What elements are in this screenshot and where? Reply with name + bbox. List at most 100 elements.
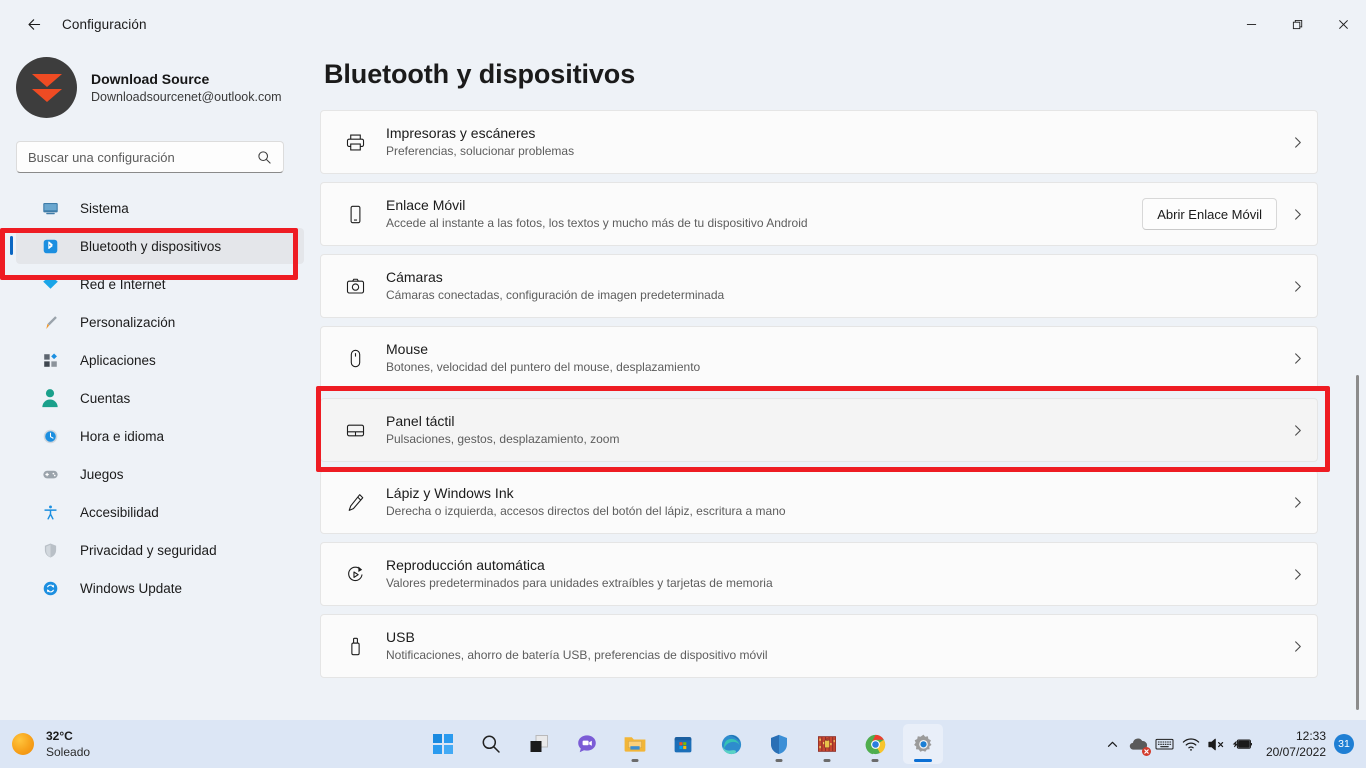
chevron-right-icon — [1277, 280, 1317, 293]
close-button[interactable] — [1320, 0, 1366, 48]
sidebar-item-accesibilidad[interactable]: Accesibilidad — [16, 494, 304, 530]
card-subtitle: Notificaciones, ahorro de batería USB, p… — [386, 648, 768, 662]
sidebar-item-cuentas[interactable]: Cuentas — [16, 380, 304, 416]
weather-widget[interactable]: 32°C Soleado — [12, 729, 90, 760]
profile-block[interactable]: Download Source Downloadsourcenet@outloo… — [16, 57, 320, 118]
chevron-right-icon — [1277, 208, 1317, 221]
sidebar-item-windows-update[interactable]: Windows Update — [16, 570, 304, 606]
settings-card-camaras[interactable]: Cámaras Cámaras conectadas, configuració… — [320, 254, 1318, 318]
card-subtitle: Accede al instante a las fotos, los text… — [386, 216, 808, 230]
running-indicator — [871, 759, 879, 762]
settings-window: Configuración Download Source Downloadso… — [0, 0, 1366, 768]
touchpad-icon — [343, 420, 367, 441]
sidebar-item-label: Sistema — [80, 200, 129, 216]
minimize-icon — [1246, 23, 1256, 25]
sidebar-item-label: Windows Update — [80, 580, 183, 596]
sidebar-item-privacidad-y-seguridad[interactable]: Privacidad y seguridad — [16, 532, 304, 568]
gamepad-icon — [38, 466, 62, 483]
abrir-enlace-movil-button[interactable]: Abrir Enlace Móvil — [1142, 198, 1277, 230]
winrar-button[interactable] — [807, 724, 847, 764]
task-view-button[interactable] — [519, 724, 559, 764]
sidebar-item-label: Juegos — [80, 466, 124, 482]
card-subtitle: Botones, velocidad del puntero del mouse… — [386, 360, 701, 374]
notification-badge[interactable]: 31 — [1334, 734, 1354, 754]
error-badge-icon — [1141, 747, 1151, 756]
settings-card-mouse[interactable]: Mouse Botones, velocidad del puntero del… — [320, 326, 1318, 390]
search-icon — [482, 735, 500, 753]
bluetooth-icon — [38, 238, 62, 255]
file-explorer-button[interactable] — [615, 724, 655, 764]
sidebar-item-label: Red e Internet — [80, 276, 166, 292]
taskbar-apps — [423, 724, 943, 764]
chevron-down-glyph-bottom — [31, 88, 62, 102]
settings-card-reproduccion-automatica[interactable]: Reproducción automática Valores predeter… — [320, 542, 1318, 606]
card-text: Enlace Móvil Accede al instante a las fo… — [386, 196, 1142, 232]
sun-icon — [12, 733, 34, 755]
start-button[interactable] — [423, 724, 463, 764]
content-scrollbar[interactable] — [1356, 375, 1359, 710]
restore-icon — [1292, 19, 1302, 29]
sidebar-item-label: Hora e idioma — [80, 428, 165, 444]
weather-temperature: 32°C — [46, 728, 73, 743]
chrome-button[interactable] — [855, 724, 895, 764]
settings-card-usb[interactable]: USB Notificaciones, ahorro de batería US… — [320, 614, 1318, 678]
search-box[interactable] — [16, 141, 284, 173]
avatar — [16, 57, 77, 118]
chat-button[interactable] — [567, 724, 607, 764]
microsoft-store-button[interactable] — [663, 724, 703, 764]
onedrive-error-icon[interactable] — [1126, 724, 1152, 764]
back-button[interactable] — [16, 8, 52, 40]
weather-condition: Soleado — [46, 744, 91, 759]
sidebar-item-hora-e-idioma[interactable]: Hora e idioma — [16, 418, 304, 454]
clock-icon — [38, 428, 62, 445]
sidebar-item-bluetooth-y-dispositivos[interactable]: Bluetooth y dispositivos — [10, 228, 304, 264]
shield-icon — [38, 542, 62, 559]
windows-security-button[interactable] — [759, 724, 799, 764]
card-subtitle: Valores predeterminados para unidades ex… — [386, 576, 773, 590]
file-explorer-icon — [624, 737, 646, 752]
battery-charging-icon[interactable] — [1230, 724, 1256, 764]
chevron-up-icon[interactable] — [1100, 724, 1126, 764]
clock[interactable]: 12:33 20/07/2022 — [1266, 728, 1326, 760]
minimize-button[interactable] — [1228, 0, 1274, 48]
title-bar: Configuración — [0, 0, 1366, 48]
card-text: Mouse Botones, velocidad del puntero del… — [386, 340, 1277, 376]
sidebar-item-aplicaciones[interactable]: Aplicaciones — [16, 342, 304, 378]
keyboard-icon[interactable] — [1152, 724, 1178, 764]
settings-button[interactable] — [903, 724, 943, 764]
sidebar-nav: Sistema Bluetooth y dispositivos Red e I… — [0, 190, 320, 606]
card-text: Impresoras y escáneres Preferencias, sol… — [386, 124, 1277, 160]
search-taskbar-button[interactable] — [471, 724, 511, 764]
settings-card-impresoras-y-escaneres[interactable]: Impresoras y escáneres Preferencias, sol… — [320, 110, 1318, 174]
settings-card-panel-tactil[interactable]: Panel táctil Pulsaciones, gestos, despla… — [320, 398, 1318, 462]
settings-card-enlace-movil[interactable]: Enlace Móvil Accede al instante a las fo… — [320, 182, 1318, 246]
running-indicator — [631, 759, 639, 762]
active-indicator — [914, 759, 932, 762]
search-input[interactable] — [28, 149, 243, 165]
sidebar-item-juegos[interactable]: Juegos — [16, 456, 304, 492]
winrar-icon — [818, 736, 836, 752]
sidebar-item-sistema[interactable]: Sistema — [16, 190, 304, 226]
card-title: USB — [386, 629, 415, 645]
wifi-icon[interactable] — [1178, 724, 1204, 764]
sidebar-item-personalizacion[interactable]: Personalización — [16, 304, 304, 340]
sidebar-item-red-e-internet[interactable]: Red e Internet — [16, 266, 304, 302]
mouse-icon — [343, 348, 367, 369]
sidebar-item-label: Bluetooth y dispositivos — [80, 238, 222, 254]
sidebar-item-label: Accesibilidad — [80, 504, 159, 520]
task-view-icon — [530, 735, 548, 752]
sidebar: Download Source Downloadsourcenet@outloo… — [0, 48, 320, 720]
edge-button[interactable] — [711, 724, 751, 764]
card-title: Lápiz y Windows Ink — [386, 485, 514, 501]
card-subtitle: Preferencias, solucionar problemas — [386, 144, 575, 158]
sidebar-item-label: Privacidad y seguridad — [80, 542, 217, 558]
chevron-right-icon — [1277, 424, 1317, 437]
apps-grid-icon — [38, 352, 62, 369]
clock-time: 12:33 — [1295, 729, 1326, 743]
profile-email: Downloadsourcenet@outlook.com — [91, 89, 282, 104]
volume-muted-icon[interactable] — [1204, 724, 1230, 764]
profile-name: Download Source — [91, 70, 210, 87]
settings-card-lapiz-y-windows-ink[interactable]: Lápiz y Windows Ink Derecha o izquierda,… — [320, 470, 1318, 534]
restore-button[interactable] — [1274, 0, 1320, 48]
chevron-right-icon — [1277, 568, 1317, 581]
